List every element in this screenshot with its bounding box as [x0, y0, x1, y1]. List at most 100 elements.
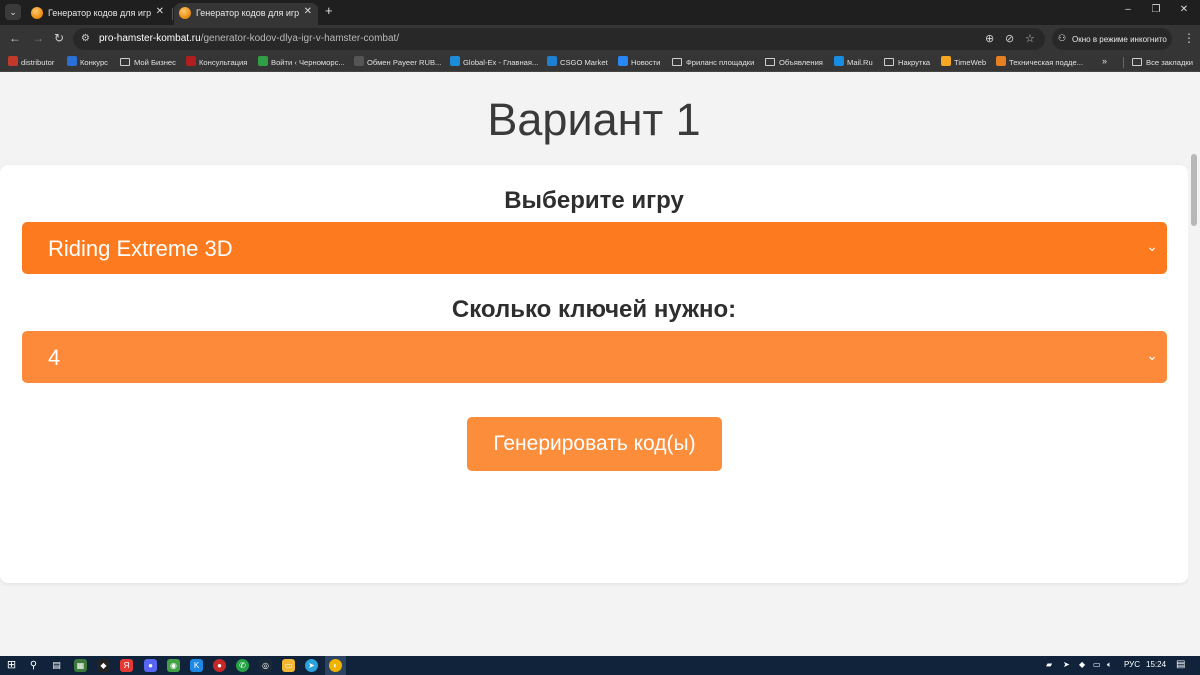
taskbar: ⊞ ⚲ ▤ ▦ ◆ Я ● ◉ K ● ✆ ◎ ▭ ➤ ◐ ▰ ➤ ◆ ▭ 🔈︎… [0, 656, 1200, 675]
bookmark-item[interactable]: Mail.Ru [834, 56, 873, 69]
tab-active[interactable]: Генератор кодов для игр в Hamster Kombat… [174, 3, 318, 25]
app-icon[interactable]: ◉ [167, 659, 180, 672]
language-indicator[interactable]: РУС [1124, 660, 1140, 669]
bookmark-favicon-icon [67, 56, 77, 66]
all-bookmarks-folder[interactable]: Все закладки [1132, 56, 1193, 69]
whatsapp-icon[interactable]: ✆ [236, 659, 249, 672]
url-text[interactable]: pro-hamster-kombat.ru/generator-kodov-dl… [99, 33, 399, 44]
star-icon[interactable]: ☆ [1025, 32, 1035, 45]
tab-strip: ⌄ Генератор кодов для игр в Hamster Komb… [0, 0, 1200, 25]
hamster-favicon-icon [31, 7, 43, 19]
folder-icon [884, 58, 894, 66]
keys-count-label: Сколько ключей нужно: [451, 296, 737, 323]
tab-inactive[interactable]: Генератор кодов для игр в Hamster Kombat… [26, 3, 170, 25]
folder-icon [1132, 58, 1142, 66]
clock[interactable]: 15:24 [1146, 660, 1166, 669]
generator-card: Выберите игру Riding Extreme 3D ⌄ Скольк… [0, 165, 1188, 583]
shield-app-icon[interactable]: ◆ [97, 659, 110, 672]
bookmark-favicon-icon [186, 56, 196, 66]
bookmark-favicon-icon [8, 56, 18, 66]
minimize-icon[interactable]: – [1121, 4, 1135, 15]
notifications-icon[interactable]: ▤ [1176, 659, 1185, 670]
bookmark-item[interactable]: TimeWeb [941, 56, 986, 69]
bookmark-favicon-icon [996, 56, 1006, 66]
bookmark-item[interactable]: distributor [8, 56, 54, 69]
volume-icon[interactable]: 🔈︎ [1107, 660, 1112, 670]
chevron-down-icon: ⌄ [1146, 347, 1158, 363]
tab-search-button[interactable]: ⌄ [5, 4, 21, 20]
incognito-indicator[interactable]: ⚇ Окно в режиме инкогнито [1052, 28, 1172, 50]
hamster-favicon-icon [179, 7, 191, 19]
tab-title: Генератор кодов для игр в Hamster Kombat [48, 8, 152, 18]
windows-start-icon[interactable]: ⊞ [5, 659, 18, 672]
page-viewport: Вариант 1 Выберите игру Riding Extreme 3… [0, 72, 1188, 656]
browser-toolbar: ← → ↻ ⚙ pro-hamster-kombat.ru/generator-… [0, 25, 1200, 53]
record-icon[interactable]: ● [213, 659, 226, 672]
bookmark-favicon-icon [354, 56, 364, 66]
keys-count-select[interactable]: 4 ⌄ [22, 331, 1167, 383]
close-tab-icon[interactable]: ✕ [156, 6, 164, 17]
bookmark-item[interactable]: Войти ‹ Черноморс... [258, 56, 345, 69]
bookmark-favicon-icon [834, 56, 844, 66]
bookmark-item[interactable]: Техническая подде... [996, 56, 1083, 69]
close-tab-icon[interactable]: ✕ [304, 6, 312, 17]
bookmark-folder[interactable]: Фриланс площадки [672, 56, 754, 69]
telegram-icon[interactable]: ➤ [305, 659, 318, 672]
browser-menu-icon[interactable]: ⋮ [1183, 31, 1195, 45]
bookmarks-separator [1123, 57, 1124, 68]
game-select[interactable]: Riding Extreme 3D ⌄ [22, 222, 1167, 274]
bookmark-item[interactable]: Global-Ex - Главная... [450, 56, 538, 69]
forward-icon[interactable]: → [32, 31, 44, 45]
bookmark-item[interactable]: Консультация [186, 56, 247, 69]
bookmark-folder[interactable]: Объявления [765, 56, 823, 69]
bookmarks-bar: distributor Конкурс Мой Бизнес Консульта… [0, 53, 1200, 72]
game-select-label: Выберите игру [504, 187, 684, 214]
folder-icon [120, 58, 130, 66]
reload-icon[interactable]: ↻ [54, 31, 64, 45]
chrome-icon[interactable]: ◐ [329, 659, 342, 672]
folder-icon [672, 58, 682, 66]
scrollbar-thumb[interactable] [1191, 154, 1197, 226]
store-icon[interactable]: ▦ [74, 659, 87, 672]
zoom-icon[interactable]: ⊕ [985, 32, 994, 45]
incognito-icon: ⚇ [1058, 33, 1067, 43]
bookmark-favicon-icon [547, 56, 557, 66]
restore-icon[interactable]: ❐ [1149, 4, 1163, 15]
telegram-tray-icon[interactable]: ➤ [1063, 660, 1070, 669]
bookmark-item[interactable]: Конкурс [67, 56, 108, 69]
file-explorer-icon[interactable]: ▭ [282, 659, 295, 672]
eye-off-icon[interactable]: ⊘ [1005, 32, 1014, 45]
address-bar[interactable]: ⚙ pro-hamster-kombat.ru/generator-kodov-… [73, 28, 1045, 50]
folder-icon [765, 58, 775, 66]
bookmark-favicon-icon [450, 56, 460, 66]
bookmark-item[interactable]: Обмен Payeer RUB... [354, 56, 441, 69]
bookmark-item[interactable]: Новости [618, 56, 660, 69]
nvidia-tray-icon[interactable]: ▰ [1046, 660, 1052, 669]
network-icon[interactable]: ▭ [1093, 660, 1101, 669]
game-select-value: Riding Extreme 3D [48, 236, 233, 261]
window-close-icon[interactable]: ✕ [1177, 4, 1191, 15]
search-icon[interactable]: ⚲ [27, 659, 40, 672]
bookmarks-overflow-button[interactable]: » [1102, 56, 1107, 66]
generate-codes-button[interactable]: Генерировать код(ы) [467, 417, 722, 471]
shield-tray-icon[interactable]: ◆ [1079, 660, 1085, 669]
chevron-down-icon: ⌄ [1146, 238, 1158, 254]
discord-icon[interactable]: ● [144, 659, 157, 672]
task-view-icon[interactable]: ▤ [50, 659, 63, 672]
incognito-label: Окно в режиме инкогнито [1072, 35, 1167, 44]
steam-icon[interactable]: ◎ [259, 659, 272, 672]
k-app-icon[interactable]: K [190, 659, 203, 672]
tab-divider [172, 8, 173, 20]
page-scrollbar[interactable] [1188, 72, 1200, 656]
tab-title: Генератор кодов для игр в Hamster Kombat [196, 8, 300, 18]
back-icon[interactable]: ← [9, 31, 21, 45]
yandex-icon[interactable]: Я [120, 659, 133, 672]
bookmark-folder[interactable]: Мой Бизнес [120, 56, 176, 69]
keys-count-value: 4 [48, 345, 61, 370]
new-tab-icon[interactable]: + [325, 4, 333, 18]
bookmark-favicon-icon [618, 56, 628, 66]
bookmark-folder[interactable]: Накрутка [884, 56, 930, 69]
site-info-icon[interactable]: ⚙ [81, 33, 93, 45]
page-title: Вариант 1 [487, 94, 701, 145]
bookmark-item[interactable]: CSGO Market [547, 56, 608, 69]
